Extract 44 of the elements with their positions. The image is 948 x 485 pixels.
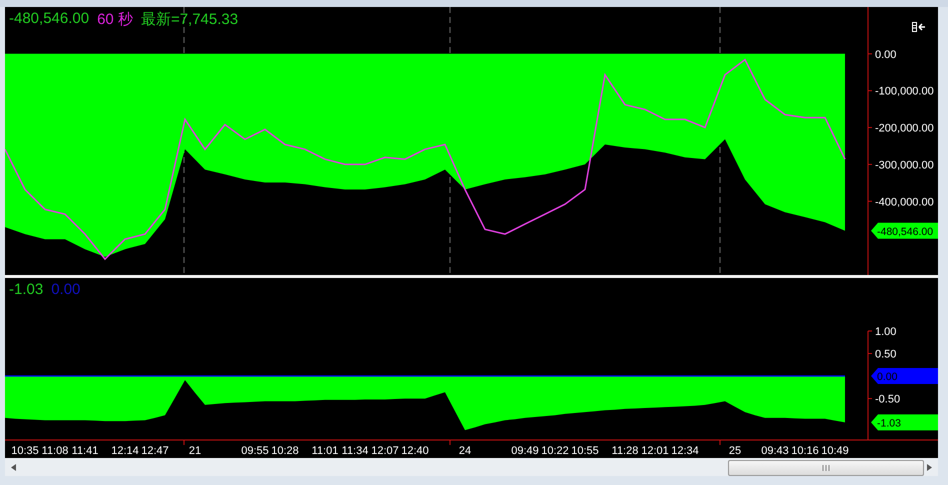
axis-label: -400,000.00 bbox=[875, 196, 934, 208]
indicator-value: 0.00 bbox=[51, 281, 80, 298]
axis-label: 0.50 bbox=[875, 348, 896, 361]
scroll-right-icon[interactable] bbox=[927, 464, 932, 470]
value-tag: -1.03 bbox=[871, 414, 938, 430]
axis-label: 09:49 bbox=[511, 445, 539, 457]
axis-label: 10:22 bbox=[541, 445, 569, 457]
axis-label: -200,000.00 bbox=[875, 122, 934, 135]
indicator-value: 最新=7,745.33 bbox=[140, 10, 238, 29]
axis-label: 09:55 bbox=[241, 445, 269, 457]
scroll-thumb[interactable] bbox=[728, 460, 924, 476]
axis-label: 24 bbox=[458, 445, 472, 457]
scroll-left-icon[interactable] bbox=[11, 464, 16, 470]
axis-label: 11:41 bbox=[72, 445, 98, 457]
axis-label: 10:49 bbox=[821, 445, 849, 457]
axis-label: 12:40 bbox=[401, 445, 429, 457]
indicator-value: 60 秒 bbox=[97, 10, 133, 29]
indicator-value: -480,546.00 bbox=[9, 10, 90, 29]
axis-label: 21 bbox=[188, 445, 202, 457]
axis-label: 11:01 bbox=[312, 445, 338, 457]
axis-label: 12:01 bbox=[641, 445, 669, 457]
list-arrow-icon[interactable] bbox=[912, 22, 925, 32]
axis-label: -100,000.00 bbox=[875, 86, 934, 98]
axis-label: 11:28 bbox=[612, 445, 638, 457]
axis-label: 10:35 bbox=[11, 445, 39, 457]
axis-label: -0.50 bbox=[875, 394, 900, 406]
value-tag: 0.00 bbox=[871, 368, 938, 384]
scrollbar[interactable] bbox=[5, 458, 938, 476]
axis-label: 11:34 bbox=[342, 445, 368, 457]
axis-label: 12:47 bbox=[141, 445, 169, 457]
axis-label: 10:55 bbox=[571, 445, 599, 457]
axis-label: 12:07 bbox=[371, 445, 399, 457]
axis-label: 10:16 bbox=[791, 445, 819, 457]
axis-label: 09:43 bbox=[761, 445, 789, 457]
axis-label: 12:34 bbox=[671, 445, 699, 457]
axis-label: 11:08 bbox=[42, 445, 68, 457]
indicator-value: -1.03 bbox=[9, 281, 44, 298]
axis-label: 12:14 bbox=[111, 445, 139, 457]
axis-label: 0.00 bbox=[875, 48, 896, 61]
value-tag: -480,546.00 bbox=[871, 222, 938, 239]
axis-label: 25 bbox=[728, 445, 742, 457]
axis-label: 10:28 bbox=[271, 445, 299, 457]
axis-label: 1.00 bbox=[875, 326, 896, 338]
axis-label: -300,000.00 bbox=[875, 159, 934, 172]
